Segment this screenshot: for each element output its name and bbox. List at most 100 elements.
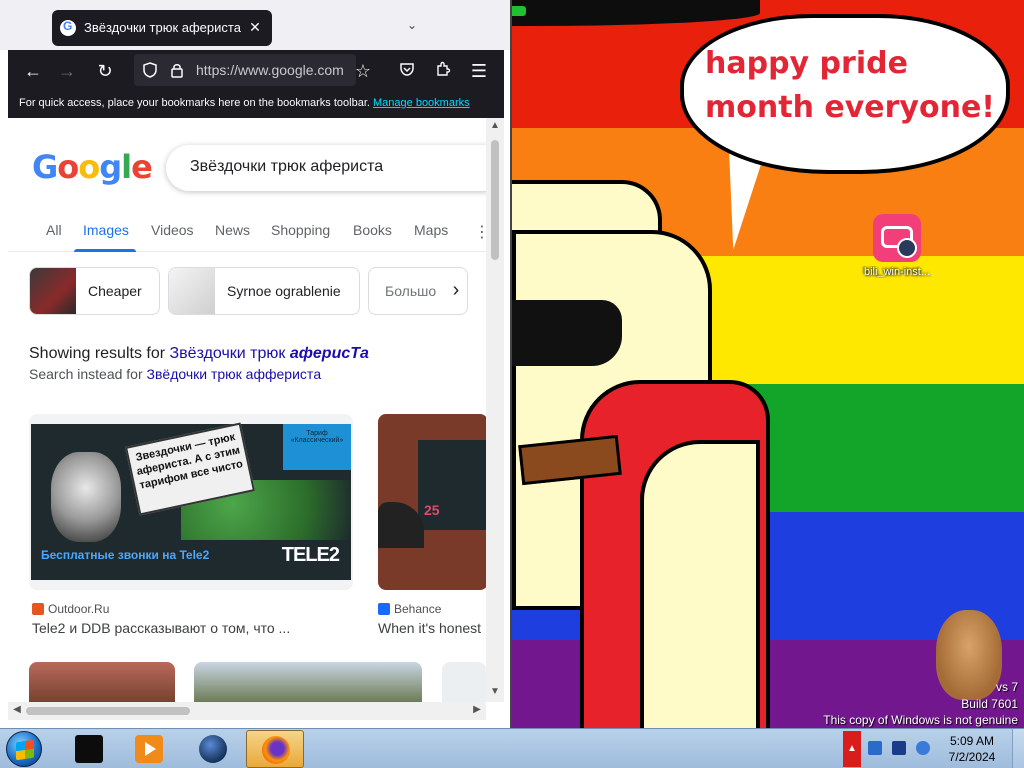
terminal-icon: [75, 735, 103, 763]
forward-arrow-icon[interactable]: →: [54, 58, 80, 84]
taskbar-media-player[interactable]: [120, 730, 178, 768]
clock-time: 5:09 AM: [949, 734, 995, 748]
search-query-text: Звёздочки трюк афериста: [190, 158, 384, 175]
volume-tray-icon[interactable]: [916, 741, 930, 755]
scroll-left-arrow-icon[interactable]: ◀: [10, 704, 24, 718]
browser-tab-google[interactable]: Звёздочки трюк афериста - G ✕: [52, 10, 272, 46]
scrollbar-thumb[interactable]: [26, 707, 190, 715]
close-tab-icon[interactable]: ✕: [246, 18, 264, 36]
search-input[interactable]: Звёздочки трюк афериста: [166, 145, 486, 191]
showing-results-line: Showing results for Звёздочки трюк афери…: [29, 345, 369, 362]
chip-cheaper[interactable]: Cheaper: [29, 267, 160, 315]
search-tabs: All Images Videos News Shopping Books Ma…: [8, 214, 486, 252]
image-result[interactable]: 25 Behance When it's honest: [378, 414, 486, 636]
active-tab-indicator: [74, 249, 136, 252]
bilibili-icon: [873, 214, 921, 262]
tab-books[interactable]: Books: [353, 222, 392, 238]
shield-icon[interactable]: [142, 62, 158, 78]
bookmarks-toolbar: For quick access, place your bookmarks h…: [8, 92, 504, 118]
price-text: 25: [424, 502, 440, 518]
clock-date: 7/2/2024: [948, 750, 996, 764]
tab-all[interactable]: All: [46, 222, 62, 238]
bookmark-star-icon[interactable]: ☆: [350, 58, 376, 84]
navigation-toolbar: ← → ↻ https://www.google.com ☆ ☰: [8, 50, 504, 92]
bookmarks-hint-text: For quick access, place your bookmarks h…: [19, 97, 370, 109]
show-hidden-icons-arrow-icon[interactable]: ▲: [843, 731, 861, 767]
firefox-icon: [262, 736, 290, 764]
tab-news[interactable]: News: [215, 222, 250, 238]
image-result-thumbnail[interactable]: [194, 662, 422, 702]
chip-thumbnail: [169, 268, 215, 314]
chip-syrnoe-ograblenie[interactable]: Syrnoe ograblenie: [168, 267, 360, 315]
reload-icon[interactable]: ↻: [92, 58, 118, 84]
scrollbar-thumb[interactable]: [491, 140, 499, 260]
result-source: Behance: [378, 602, 441, 616]
horizontal-scrollbar[interactable]: ◀ ▶: [8, 702, 486, 720]
tab-shopping[interactable]: Shopping: [271, 222, 330, 238]
desktop-icon-label: bili_win-inst...: [863, 266, 931, 278]
chip-label: Cheaper: [88, 283, 142, 299]
windows-build-text: Build 7601: [961, 697, 1018, 711]
more-vertical-icon[interactable]: ⋮: [474, 222, 486, 242]
chip-label: Syrnoe ograblenie: [227, 283, 341, 299]
speech-bubble-text: happy pride month everyone!: [705, 46, 995, 125]
original-query-link[interactable]: Звёдочки трюк афферистa: [147, 366, 322, 382]
tab-title: Звёздочки трюк афериста - G: [84, 20, 244, 35]
google-favicon-icon: [60, 19, 76, 36]
globe-icon: [199, 735, 227, 763]
extensions-puzzle-icon[interactable]: [430, 58, 456, 84]
billboard-image: Звездочки — трюк афериста. А с этим тари…: [31, 422, 351, 580]
hamburger-menu-icon[interactable]: ☰: [466, 58, 492, 84]
list-all-tabs-chevron-icon[interactable]: ⌄: [400, 18, 424, 38]
system-clock[interactable]: 5:09 AM 7/2/2024: [936, 733, 1008, 765]
chevron-right-icon[interactable]: ›: [444, 278, 468, 302]
chip-label: Большо: [385, 283, 437, 299]
image-result-thumbnail[interactable]: [442, 662, 486, 702]
search-instead-line: Search instead for Звёдочки трюк афферис…: [29, 366, 322, 382]
tab-strip: Звёздочки трюк афериста - G ✕ ⌄: [0, 0, 510, 50]
brick-wall-billboard: 25: [378, 414, 486, 590]
taskbar-firefox[interactable]: [246, 730, 304, 768]
corrected-query-link[interactable]: Звёздочки трюк аферисTа: [170, 345, 369, 362]
result-title[interactable]: Tele2 и DDB рассказывают о том, что ...: [32, 620, 290, 636]
tab-videos[interactable]: Videos: [151, 222, 194, 238]
scroll-down-arrow-icon[interactable]: ▼: [486, 686, 504, 700]
chip-thumbnail: [30, 268, 76, 314]
image-result[interactable]: Звездочки — трюк афериста. А с этим тари…: [29, 414, 353, 636]
result-image[interactable]: Звездочки — трюк афериста. А с этим тари…: [29, 414, 353, 590]
taskbar-globe-app[interactable]: [184, 730, 242, 768]
clown-figure: [51, 452, 121, 542]
taskbar-terminal[interactable]: [60, 730, 118, 768]
taskbar: ▲ 5:09 AM 7/2/2024: [0, 728, 1024, 768]
scroll-right-arrow-icon[interactable]: ▶: [470, 704, 484, 718]
lock-icon[interactable]: [170, 62, 184, 78]
tab-images[interactable]: Images: [83, 222, 129, 238]
hamster-sticker: [936, 610, 1002, 700]
windows-version-text: vs 7: [995, 680, 1018, 694]
result-image[interactable]: 25: [378, 414, 486, 590]
display-tray-icon[interactable]: [892, 741, 906, 755]
tab-maps[interactable]: Maps: [414, 222, 448, 238]
show-desktop-button[interactable]: [1012, 729, 1024, 768]
url-text: https://www.google.com: [196, 62, 344, 78]
behance-favicon-icon: [378, 603, 390, 615]
back-arrow-icon[interactable]: ←: [20, 58, 46, 84]
scroll-up-arrow-icon[interactable]: ▲: [486, 120, 504, 134]
start-button[interactable]: [6, 731, 42, 767]
pocket-icon[interactable]: [394, 58, 420, 84]
firefox-window: Звёздочки трюк афериста - G ✕ ⌄ ← → ↻ ht…: [0, 0, 512, 728]
result-title[interactable]: When it's honest: [378, 620, 481, 636]
billboard-corner-panel: Тариф «Классический»: [283, 424, 351, 470]
google-logo[interactable]: Google: [32, 148, 153, 186]
windows-logo-icon: [16, 739, 34, 761]
image-result-thumbnail[interactable]: [29, 662, 175, 702]
result-source: Outdoor.Ru: [32, 602, 109, 616]
character-arm: [640, 440, 760, 728]
vertical-scrollbar[interactable]: ▲ ▼: [486, 118, 504, 702]
media-player-icon: [135, 735, 163, 763]
billboard-footer: Бесплатные звонки на Tele2: [41, 548, 210, 562]
manage-bookmarks-link[interactable]: Manage bookmarks: [373, 97, 470, 109]
desktop-icon-bili-installer[interactable]: bili_win-inst...: [856, 214, 938, 278]
address-bar[interactable]: https://www.google.com: [134, 54, 356, 86]
network-tray-icon[interactable]: [868, 741, 882, 755]
